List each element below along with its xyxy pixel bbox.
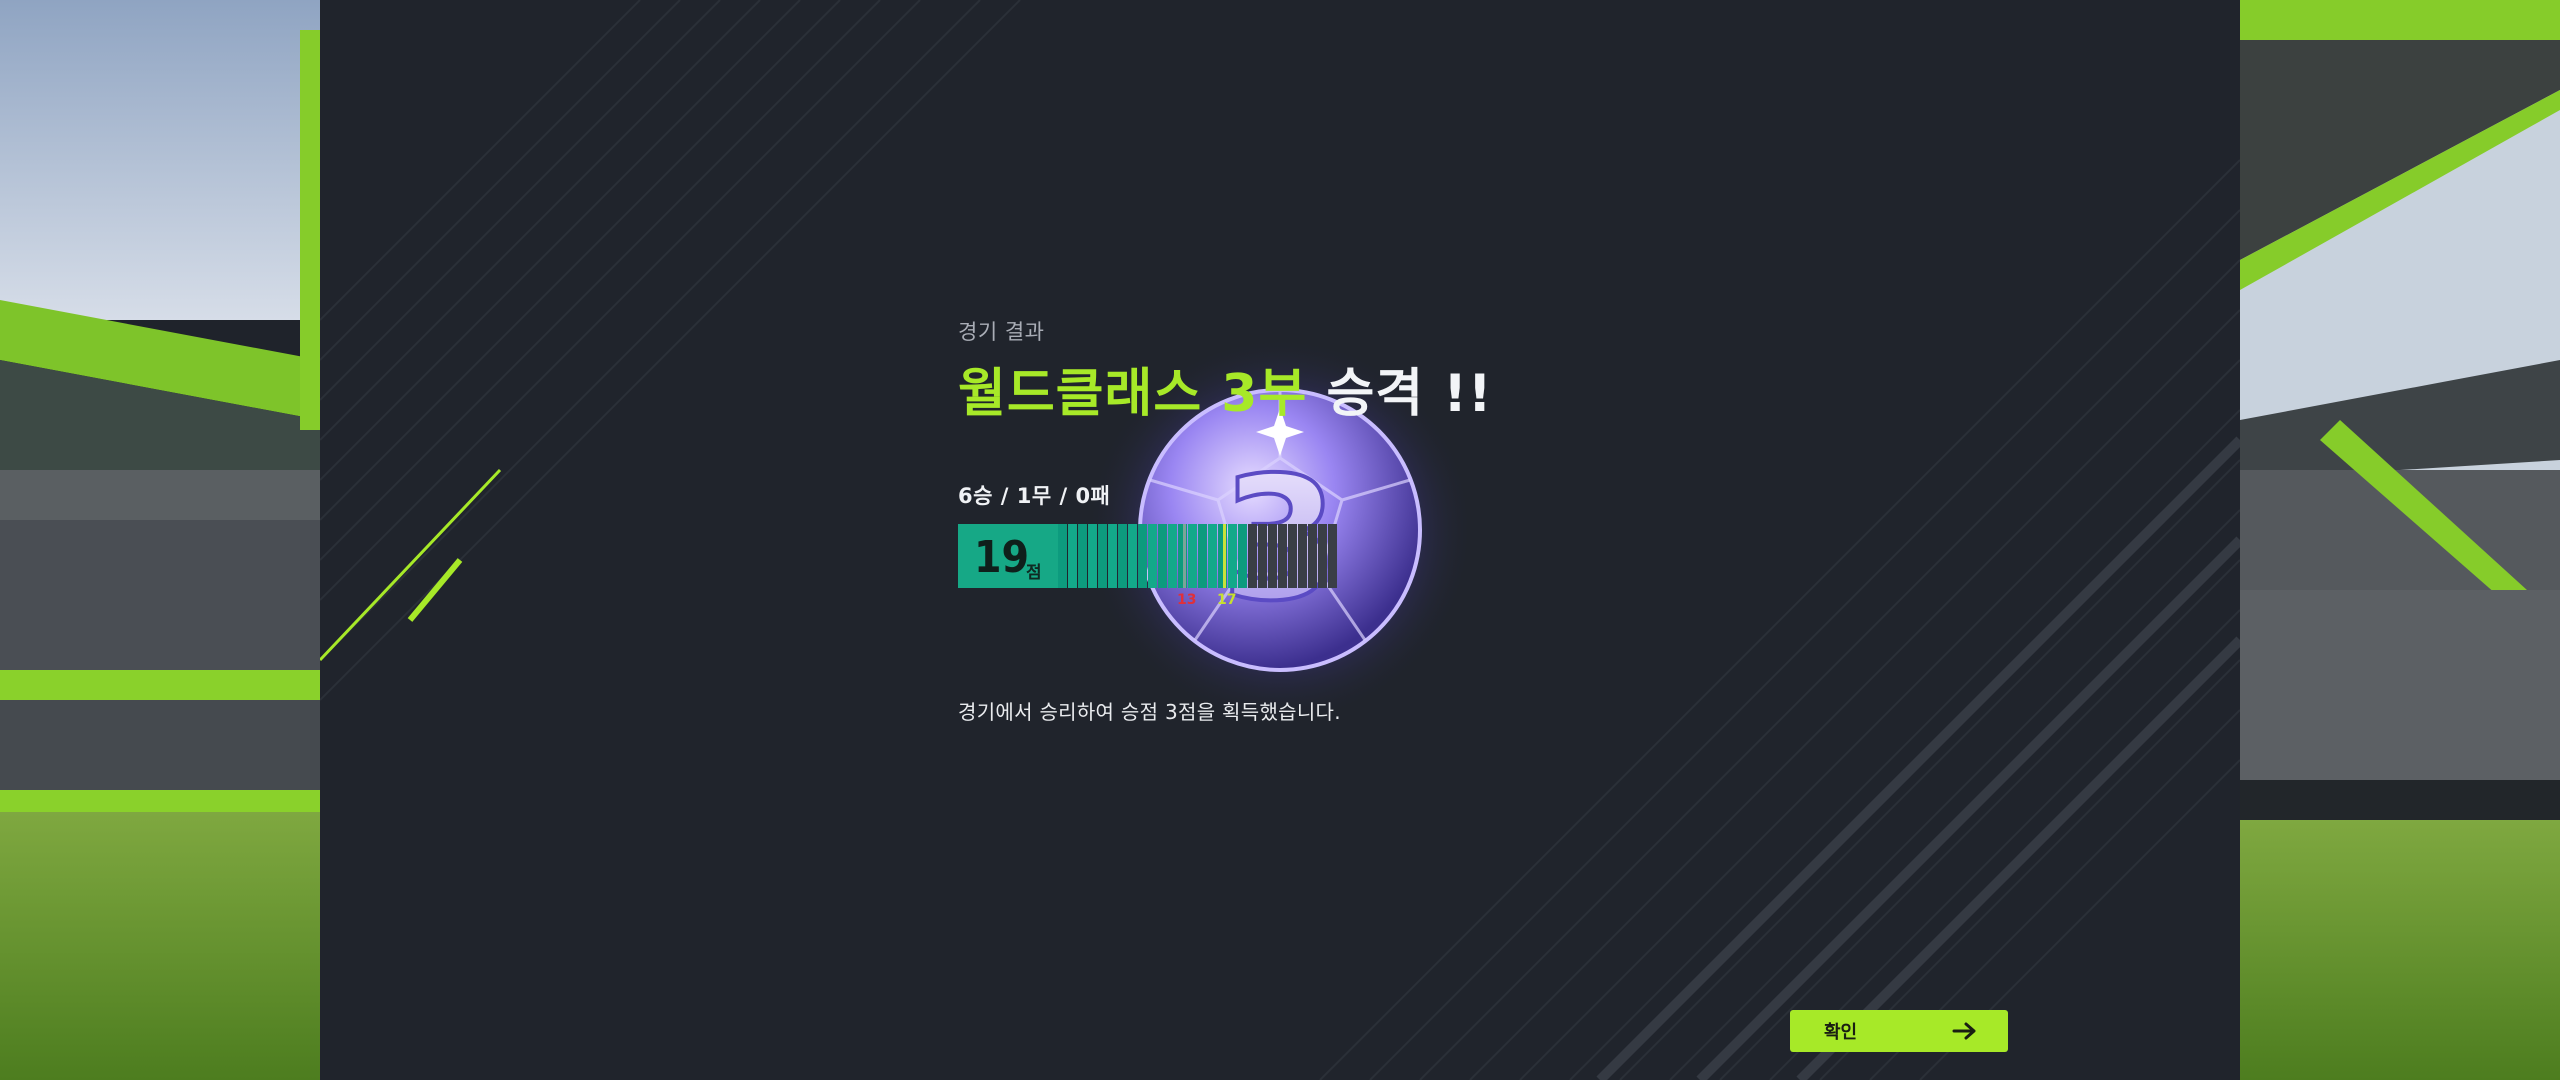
- confirm-button-label: 확인: [1824, 1022, 1858, 1043]
- progress-segment: [1128, 524, 1137, 588]
- points-unit: 점: [1026, 563, 1042, 583]
- threshold-label-high: 17: [1217, 592, 1237, 608]
- progress-segment: [1198, 524, 1207, 588]
- progress-segment: [1188, 524, 1197, 588]
- threshold-marker-low: [1183, 524, 1186, 588]
- progress-segment: [1068, 524, 1077, 588]
- win-draw-loss-record: 6승 / 1무 / 0패: [958, 484, 1111, 508]
- progress-segment: [1168, 524, 1177, 588]
- arrow-right-icon: [1952, 1022, 1976, 1040]
- progress-segment: [1078, 524, 1087, 588]
- progress-segment: [1228, 524, 1237, 588]
- progress-segment: [1208, 524, 1217, 588]
- threshold-marker-high: [1223, 524, 1226, 588]
- progress-segment: [1318, 524, 1327, 588]
- progress-segment: [1088, 524, 1097, 588]
- stadium-background-right: [2240, 0, 2560, 1080]
- result-header: 경기 결과 월드클래스 3부 승격 !!: [958, 316, 1858, 423]
- progress-segment: [1058, 524, 1067, 588]
- stadium-background-left: [0, 0, 320, 1080]
- progress-segment: [1328, 524, 1337, 588]
- progress-segment: [1278, 524, 1287, 588]
- progress-segment: [1108, 524, 1117, 588]
- promotion-division: 월드클래스 3부: [958, 364, 1308, 424]
- progress-segment: [1288, 524, 1297, 588]
- progress-segments: [1058, 524, 1338, 588]
- confirm-button[interactable]: 확인: [1790, 1010, 2008, 1052]
- threshold-label-low: 13: [1177, 592, 1197, 608]
- score-box: 19 점: [958, 524, 1058, 588]
- progress-segment: [1158, 524, 1167, 588]
- promotion-text: 승격 !!: [1326, 364, 1493, 424]
- progress-segment: [1098, 524, 1107, 588]
- progress-segment: [1118, 524, 1127, 588]
- progress-segment: [1148, 524, 1157, 588]
- progress-segment: [1138, 524, 1147, 588]
- promotion-headline: 월드클래스 3부 승격 !!: [958, 364, 1858, 424]
- progress-segment: [1258, 524, 1267, 588]
- points-value: 19: [974, 532, 1030, 583]
- progress-segment: [1298, 524, 1307, 588]
- match-result-subtitle: 경기 결과: [958, 320, 1045, 344]
- progress-segment: [1308, 524, 1317, 588]
- progress-segment: [1268, 524, 1277, 588]
- points-progress-bar: 19 점 13 17: [958, 524, 1418, 608]
- progress-segment: [1238, 524, 1247, 588]
- progress-segment: [1248, 524, 1257, 588]
- result-description: 경기에서 승리하여 승점 3점을 획득했습니다.: [958, 700, 1341, 724]
